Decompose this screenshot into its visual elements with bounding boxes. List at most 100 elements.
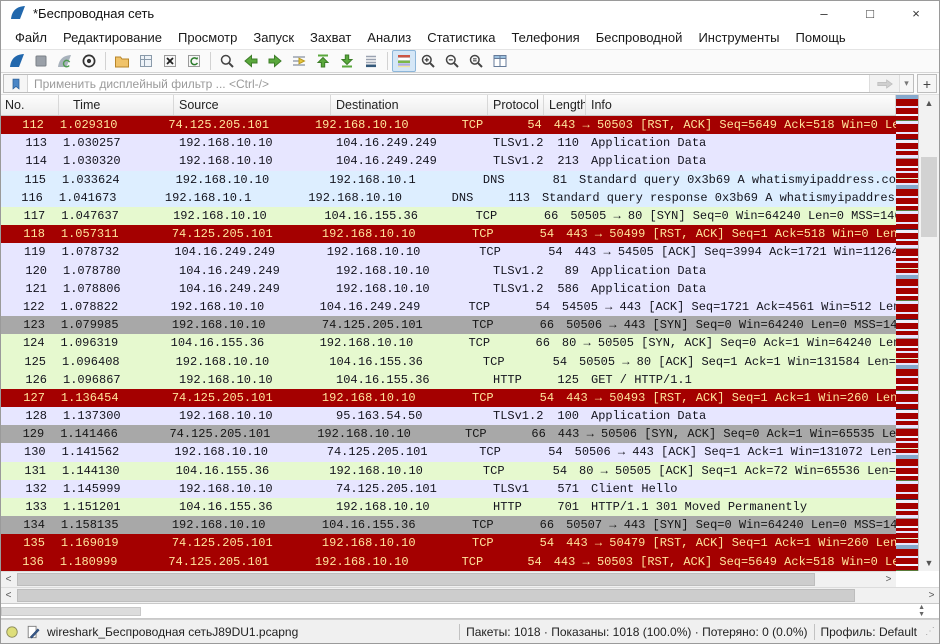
filter-dropdown-button[interactable]: ▾ xyxy=(899,75,913,92)
start-capture-button[interactable] xyxy=(5,50,29,72)
reload-file-button[interactable] xyxy=(182,50,206,72)
packet-minimap[interactable] xyxy=(896,95,919,571)
packet-row-136[interactable]: 1361.18099974.125.205.101192.168.10.10TC… xyxy=(1,553,896,571)
packet-row-122[interactable]: 1221.078822192.168.10.10104.16.249.249TC… xyxy=(1,298,896,316)
menu-item-2[interactable]: Просмотр xyxy=(170,27,245,48)
cell-pro: TLSv1.2 xyxy=(488,154,544,168)
column-header-protocol[interactable]: Protocol xyxy=(488,95,544,115)
menu-item-0[interactable]: Файл xyxy=(7,27,55,48)
packet-row-132[interactable]: 1321.145999192.168.10.1074.125.205.101TL… xyxy=(1,480,896,498)
resize-grip[interactable]: ⋰ xyxy=(925,626,935,637)
packet-row-124[interactable]: 1241.096319104.16.155.36192.168.10.10TCP… xyxy=(1,334,896,352)
packet-row-119[interactable]: 1191.078732104.16.249.249192.168.10.10TC… xyxy=(1,243,896,261)
close-button[interactable]: × xyxy=(893,1,939,25)
packet-row-123[interactable]: 1231.079985192.168.10.1074.125.205.101TC… xyxy=(1,316,896,334)
packet-list-hscrollbar[interactable]: < > xyxy=(1,571,896,587)
cell-time: 1.096319 xyxy=(57,336,166,350)
menu-item-1[interactable]: Редактирование xyxy=(55,27,170,48)
maximize-button[interactable]: □ xyxy=(847,1,893,25)
packet-row-114[interactable]: 1141.030320192.168.10.10104.16.249.249TL… xyxy=(1,152,896,170)
cell-src: 104.16.249.249 xyxy=(174,282,331,296)
profile-label[interactable]: Профиль: Default xyxy=(821,625,918,639)
scroll-right-arrow[interactable]: > xyxy=(924,588,939,603)
column-header-no[interactable]: No. xyxy=(1,95,59,115)
menu-item-9[interactable]: Инструменты xyxy=(690,27,787,48)
capture-comment-icon[interactable] xyxy=(26,625,40,639)
go-top-button[interactable] xyxy=(311,50,335,72)
packet-row-125[interactable]: 1251.096408192.168.10.10104.16.155.36TCP… xyxy=(1,352,896,370)
packet-row-120[interactable]: 1201.078780104.16.249.249192.168.10.10TL… xyxy=(1,262,896,280)
packet-row-115[interactable]: 1151.033624192.168.10.10192.168.10.1DNS8… xyxy=(1,171,896,189)
expert-info-icon[interactable] xyxy=(5,625,19,639)
auto-scroll-button[interactable] xyxy=(359,50,383,72)
save-file-button[interactable] xyxy=(134,50,158,72)
cell-dst: 192.168.10.10 xyxy=(317,391,467,405)
packet-row-117[interactable]: 1171.047637192.168.10.10104.16.155.36TCP… xyxy=(1,207,896,225)
pane-spinner[interactable]: ▲▼ xyxy=(918,604,925,618)
zoom-original-button[interactable] xyxy=(464,50,488,72)
close-file-button[interactable] xyxy=(158,50,182,72)
packet-list-vscrollbar[interactable]: ▲ ▼ xyxy=(919,95,939,571)
cell-inf: Standard query response 0x3b69 A whatism… xyxy=(537,191,896,205)
filter-bookmark-button[interactable] xyxy=(4,75,28,92)
capture-options-button[interactable] xyxy=(77,50,101,72)
packet-row-127[interactable]: 1271.13645474.125.205.101192.168.10.10TC… xyxy=(1,389,896,407)
scroll-left-arrow[interactable]: < xyxy=(1,572,16,587)
menu-item-4[interactable]: Захват xyxy=(302,27,359,48)
detail-pane-hscrollbar[interactable]: < > xyxy=(1,587,939,603)
go-bottom-button[interactable] xyxy=(335,50,359,72)
packet-row-135[interactable]: 1351.16901974.125.205.101192.168.10.10TC… xyxy=(1,534,896,552)
find-packet-button[interactable] xyxy=(215,50,239,72)
go-back-button[interactable] xyxy=(239,50,263,72)
packet-row-131[interactable]: 1311.144130104.16.155.36192.168.10.10TCP… xyxy=(1,462,896,480)
packet-row-118[interactable]: 1181.05731174.125.205.101192.168.10.10TC… xyxy=(1,225,896,243)
scroll-right-arrow[interactable]: > xyxy=(881,572,896,587)
toolbar-separator xyxy=(105,52,106,70)
cell-src: 104.16.155.36 xyxy=(174,500,331,514)
packet-row-112[interactable]: 1121.02931074.125.205.101192.168.10.10TC… xyxy=(1,116,896,134)
vscroll-thumb[interactable] xyxy=(921,157,937,237)
open-file-button[interactable] xyxy=(110,50,134,72)
restart-capture-button[interactable] xyxy=(53,50,77,72)
column-header-source[interactable]: Source xyxy=(174,95,331,115)
menu-item-3[interactable]: Запуск xyxy=(245,27,302,48)
resize-columns-button[interactable] xyxy=(488,50,512,72)
scroll-up-arrow[interactable]: ▲ xyxy=(919,95,939,111)
go-forward-button[interactable] xyxy=(263,50,287,72)
column-header-destination[interactable]: Destination xyxy=(331,95,488,115)
column-header-time[interactable]: Time xyxy=(59,95,174,115)
zoom-out-button[interactable] xyxy=(440,50,464,72)
cell-len: 113 xyxy=(498,191,537,205)
packet-row-121[interactable]: 1211.078806104.16.249.249192.168.10.10TL… xyxy=(1,280,896,298)
go-to-packet-button[interactable] xyxy=(287,50,311,72)
stop-capture-button[interactable] xyxy=(29,50,53,72)
zoom-in-button[interactable] xyxy=(416,50,440,72)
menu-item-10[interactable]: Помощь xyxy=(788,27,854,48)
scroll-down-arrow[interactable]: ▼ xyxy=(919,555,939,571)
menu-item-5[interactable]: Анализ xyxy=(359,27,419,48)
packet-row-130[interactable]: 1301.141562192.168.10.1074.125.205.101TC… xyxy=(1,443,896,461)
packet-row-129[interactable]: 1291.14146674.125.205.101192.168.10.10TC… xyxy=(1,425,896,443)
display-filter-input[interactable] xyxy=(28,75,869,92)
menu-item-6[interactable]: Статистика xyxy=(419,27,503,48)
add-filter-button[interactable]: + xyxy=(917,74,937,93)
strip-thumb[interactable] xyxy=(1,607,141,616)
hscroll-thumb[interactable] xyxy=(17,573,815,586)
hscroll-thumb[interactable] xyxy=(17,589,855,602)
packet-row-128[interactable]: 1281.137300192.168.10.1095.163.54.50TLSv… xyxy=(1,407,896,425)
menu-item-8[interactable]: Беспроводной xyxy=(588,27,691,48)
minimize-button[interactable]: – xyxy=(801,1,847,25)
scroll-left-arrow[interactable]: < xyxy=(1,588,16,603)
apply-filter-button[interactable] xyxy=(869,75,899,92)
menu-item-7[interactable]: Телефония xyxy=(503,27,587,48)
packet-row-113[interactable]: 1131.030257192.168.10.10104.16.249.249TL… xyxy=(1,134,896,152)
packet-row-116[interactable]: 1161.041673192.168.10.1192.168.10.10DNS1… xyxy=(1,189,896,207)
apply-arrow-icon xyxy=(877,79,893,89)
column-header-info[interactable]: Info xyxy=(586,95,896,115)
column-header-length[interactable]: Length xyxy=(544,95,586,115)
packet-row-126[interactable]: 1261.096867192.168.10.10104.16.155.36HTT… xyxy=(1,371,896,389)
packet-row-133[interactable]: 1331.151201104.16.155.36192.168.10.10HTT… xyxy=(1,498,896,516)
packet-row-134[interactable]: 1341.158135192.168.10.10104.16.155.36TCP… xyxy=(1,516,896,534)
colorize-packets-button[interactable] xyxy=(392,50,416,72)
cell-src: 192.168.10.10 xyxy=(166,300,315,314)
